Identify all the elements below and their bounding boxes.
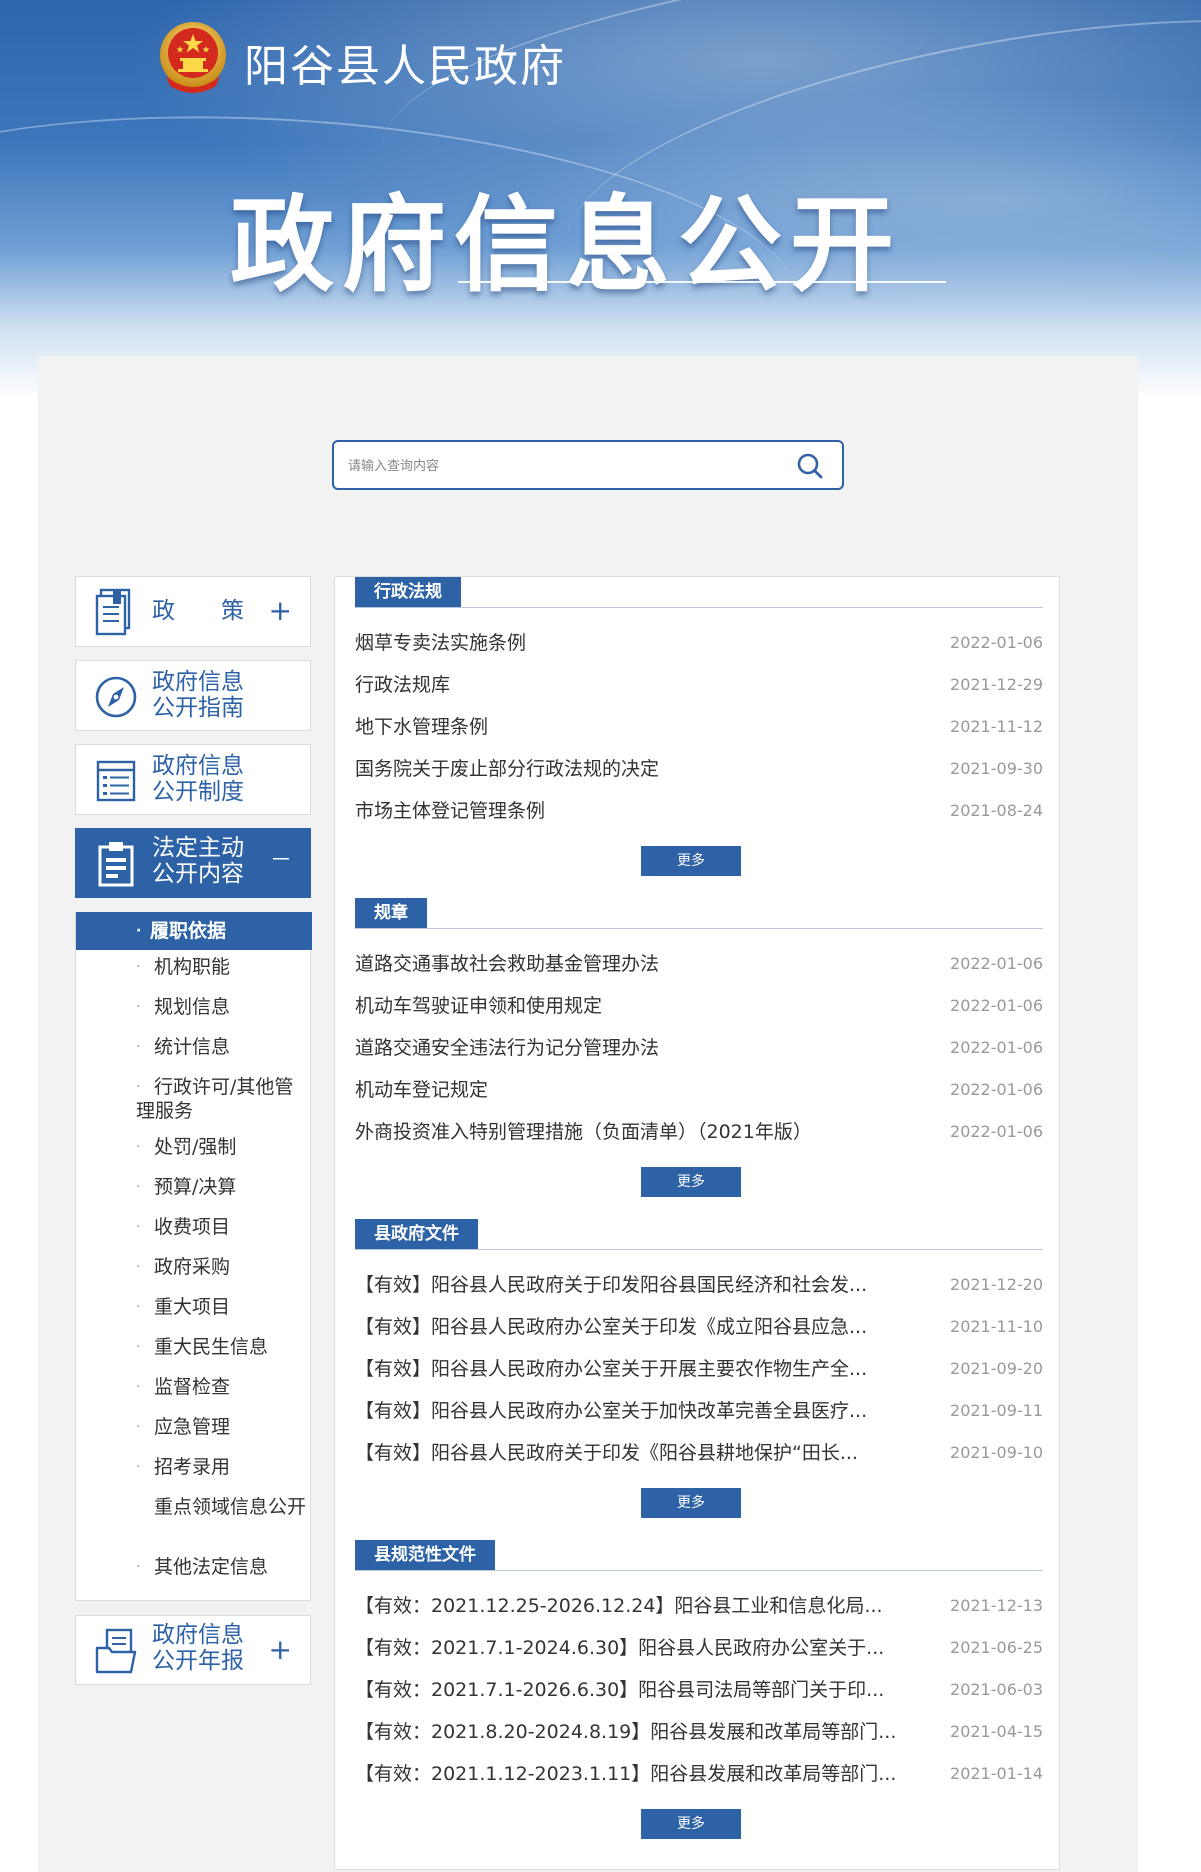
section-header: 规章 (355, 898, 1043, 929)
list-item[interactable]: 机动车驾驶证申领和使用规定 2022-01-06 (355, 986, 1043, 1026)
sidebar-menu-annual-report[interactable]: 政府信息 公开年报 + (75, 1615, 311, 1685)
submenu-item[interactable]: · 重大项目 (76, 1295, 312, 1319)
list-item[interactable]: 机动车登记规定 2022-01-06 (355, 1070, 1043, 1110)
bullet-dot-icon: · (136, 1039, 141, 1055)
list-item[interactable]: 【有效】阳谷县人民政府办公室关于加快改革完善全县医疗... 2021-09-11 (355, 1391, 1043, 1431)
header-banner: 阳谷县人民政府 政府信息公开 (0, 0, 1201, 400)
submenu-item[interactable]: · 预算/决算 (76, 1175, 312, 1199)
list-item[interactable]: 【有效】阳谷县人民政府关于印发阳谷县国民经济和社会发... 2021-12-20 (355, 1265, 1043, 1305)
list-item[interactable]: 地下水管理条例 2021-11-12 (355, 707, 1043, 747)
banner-underline (458, 281, 946, 283)
submenu-item[interactable]: · 政府采购 (76, 1255, 312, 1279)
search-box (332, 440, 844, 490)
sidebar-menu-guide[interactable]: 政府信息 公开指南 (75, 660, 311, 731)
bullet-dot-icon: · (136, 1299, 141, 1315)
submenu-item[interactable]: · 统计信息 (76, 1035, 312, 1059)
more-button[interactable]: 更多 (641, 1809, 741, 1839)
submenu-item[interactable]: · 处罚/强制 (76, 1135, 312, 1159)
search-input[interactable] (346, 442, 770, 490)
list-item[interactable]: 道路交通事故社会救助基金管理办法 2022-01-06 (355, 944, 1043, 984)
sidebar-menu-statutory-content[interactable]: 法定主动 公开内容 － (75, 828, 311, 898)
main-panel: 政 策 + 政府信息 公开指南 政府信息 公开制度 (38, 356, 1138, 1872)
submenu-item[interactable]: · 行政许可/其他管理服务 (76, 1075, 312, 1123)
list-item[interactable]: 【有效：2021.7.1-2026.6.30】阳谷县司法局等部门关于印... 20… (355, 1670, 1043, 1710)
more-button[interactable]: 更多 (641, 1167, 741, 1197)
submenu-item[interactable]: · 监督检查 (76, 1375, 312, 1399)
submenu-item[interactable]: · 规划信息 (76, 995, 312, 1019)
list-item[interactable]: 行政法规库 2021-12-29 (355, 665, 1043, 705)
expand-plus-icon[interactable]: + (269, 597, 292, 625)
sidebar-menu-policy[interactable]: 政 策 + (75, 576, 311, 647)
section-tab-rules[interactable]: 规章 (355, 898, 427, 928)
sidebar-menu-label: 公开年报 (152, 1648, 244, 1674)
list-item[interactable]: 【有效：2021.12.25-2026.12.24】阳谷县工业和信息化局... 2… (355, 1586, 1043, 1626)
sidebar-menu-label: 公开制度 (152, 779, 244, 805)
bullet-dot-icon: · (136, 1459, 141, 1475)
sidebar-menu-label: 政府信息 (152, 1622, 244, 1648)
folder-document-icon (95, 1628, 137, 1674)
bullet-dot-icon: · (136, 923, 142, 939)
bullet-dot-icon: · (136, 1179, 141, 1195)
submenu-item[interactable]: · 机构职能 (76, 955, 312, 979)
content-card: 行政法规 烟草专卖法实施条例 2022-01-06 行政法规库 2021-12-29… (334, 576, 1060, 1870)
bullet-dot-icon: · (136, 1559, 141, 1575)
sidebar-menu-system[interactable]: 政府信息 公开制度 (75, 744, 311, 815)
document-book-icon (95, 588, 131, 636)
list-item[interactable]: 【有效】阳谷县人民政府办公室关于印发《成立阳谷县应急... 2021-11-10 (355, 1307, 1043, 1347)
sidebar-submenu: · 履职依据 · 机构职能 · 规划信息 · 统计信息 · 行政许可/其他管理服务 · 处罚… (75, 912, 312, 1601)
section-header: 县政府文件 (355, 1219, 1043, 1250)
list-item[interactable]: 外商投资准入特别管理措施（负面清单）（2021年版） 2022-01-06 (355, 1112, 1043, 1152)
national-emblem-icon (160, 22, 226, 93)
bullet-dot-icon: · (154, 1499, 159, 1515)
bullet-dot-icon: · (136, 1379, 141, 1395)
list-item[interactable]: 烟草专卖法实施条例 2022-01-06 (355, 623, 1043, 663)
sidebar-menu-label: 政 策 (152, 598, 244, 624)
bullet-dot-icon: · (136, 1419, 141, 1435)
bullet-dot-icon: · (136, 1139, 141, 1155)
submenu-item[interactable]: · 应急管理 (76, 1415, 312, 1439)
more-button[interactable]: 更多 (641, 1488, 741, 1518)
submenu-item[interactable]: · 重点领域信息公开 (76, 1495, 312, 1519)
submenu-item[interactable]: · 重大民生信息 (76, 1335, 312, 1359)
banner-title: 政府信息公开 (230, 184, 903, 306)
submenu-item[interactable]: · 招考录用 (76, 1455, 312, 1479)
more-button[interactable]: 更多 (641, 846, 741, 876)
expand-plus-icon[interactable]: + (269, 1636, 292, 1664)
list-item[interactable]: 国务院关于废止部分行政法规的决定 2021-09-30 (355, 749, 1043, 789)
section-header: 行政法规 (355, 577, 1043, 608)
bullet-dot-icon: · (136, 999, 141, 1015)
site-name[interactable]: 阳谷县人民政府 (244, 30, 566, 94)
list-item[interactable]: 市场主体登记管理条例 2021-08-24 (355, 791, 1043, 831)
submenu-item[interactable]: · 其他法定信息 (76, 1555, 312, 1579)
sidebar-menu-label: 法定主动 (152, 835, 244, 861)
compass-icon (95, 676, 137, 718)
list-item[interactable]: 【有效：2021.8.20-2024.8.19】阳谷县发展和改革局等部门... 2… (355, 1712, 1043, 1752)
section-tab-county-normative-documents[interactable]: 县规范性文件 (355, 1540, 495, 1570)
submenu-item-duty-basis[interactable]: · 履职依据 (76, 912, 312, 950)
search-icon[interactable] (796, 452, 824, 480)
sidebar-menu-label: 政府信息 (152, 669, 244, 695)
sidebar-menu-label: 公开内容 (152, 861, 244, 887)
collapse-minus-icon[interactable]: － (270, 847, 292, 875)
sidebar-menu-label: 政府信息 (152, 753, 244, 779)
list-icon (96, 760, 136, 802)
sidebar-menu-label: 公开指南 (152, 695, 244, 721)
list-item[interactable]: 【有效：2021.7.1-2024.6.30】阳谷县人民政府办公室关于... 20… (355, 1628, 1043, 1668)
list-item[interactable]: 【有效】阳谷县人民政府办公室关于开展主要农作物生产全... 2021-09-20 (355, 1349, 1043, 1389)
list-item[interactable]: 道路交通安全违法行为记分管理办法 2022-01-06 (355, 1028, 1043, 1068)
bullet-dot-icon: · (136, 1339, 141, 1355)
list-item[interactable]: 【有效：2021.1.12-2023.1.11】阳谷县发展和改革局等部门... 2… (355, 1754, 1043, 1794)
list-item[interactable]: 【有效】阳谷县人民政府关于印发《阳谷县耕地保护“田长... 2021-09-10 (355, 1433, 1043, 1473)
section-header: 县规范性文件 (355, 1540, 1043, 1571)
section-tab-county-gov-documents[interactable]: 县政府文件 (355, 1219, 478, 1249)
clipboard-icon (98, 842, 134, 887)
bullet-dot-icon: · (136, 1259, 141, 1275)
bullet-dot-icon: · (136, 1079, 141, 1095)
bullet-dot-icon: · (136, 1219, 141, 1235)
section-tab-admin-regulations[interactable]: 行政法规 (355, 577, 461, 607)
submenu-item[interactable]: · 收费项目 (76, 1215, 312, 1239)
bullet-dot-icon: · (136, 959, 141, 975)
